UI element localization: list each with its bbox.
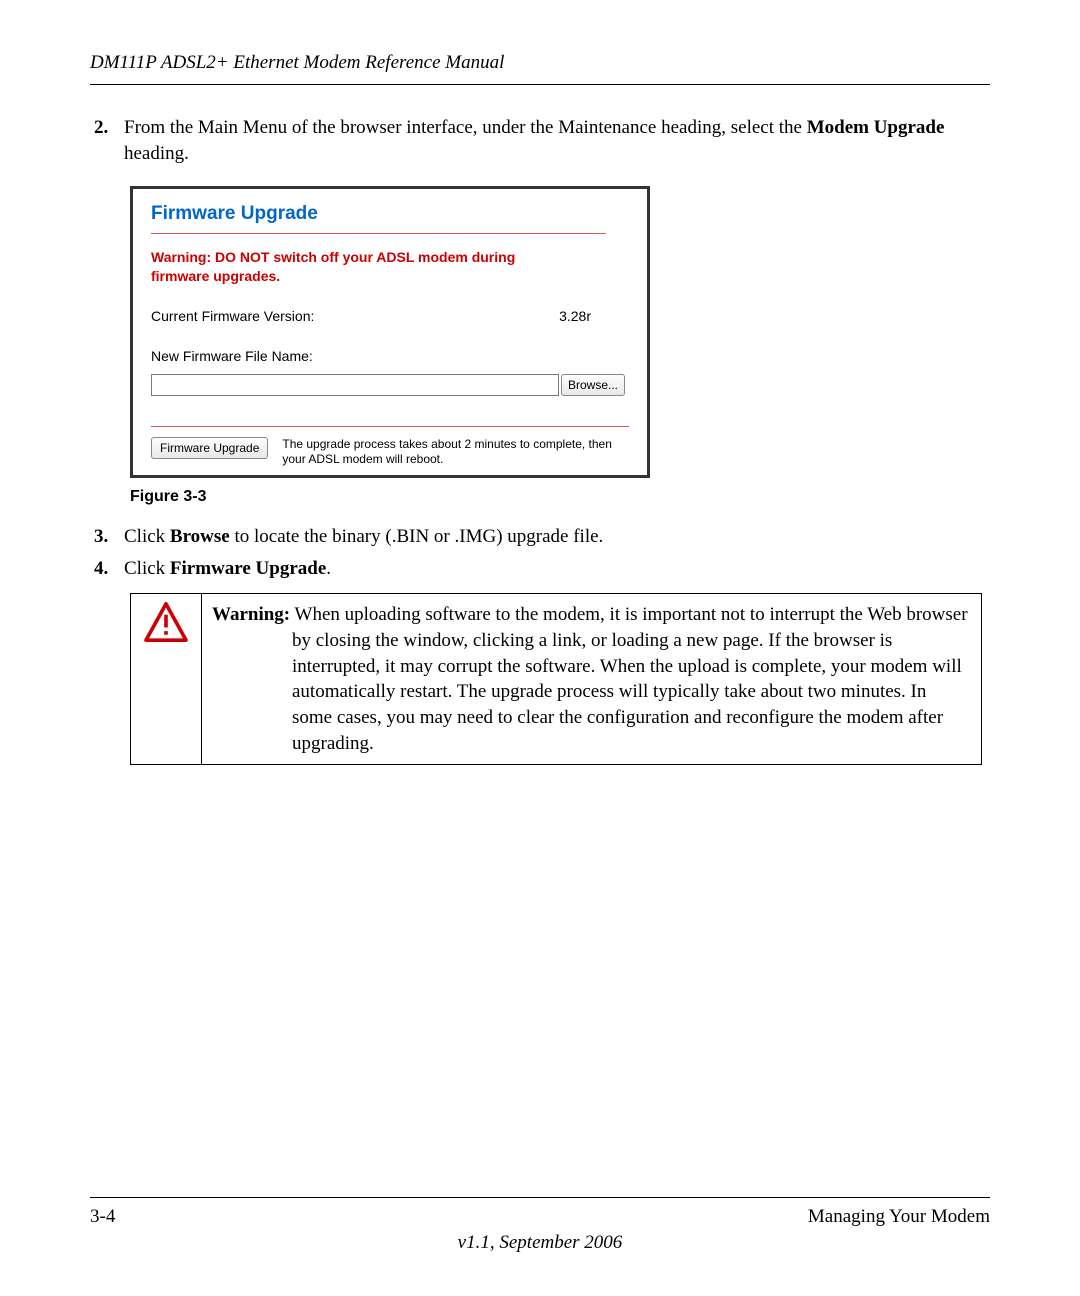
step-3-post: to locate the binary (.BIN or .IMG) upgr… <box>230 526 604 547</box>
browse-button[interactable]: Browse... <box>561 374 625 396</box>
step-3-text: Click Browse to locate the binary (.BIN … <box>124 524 990 550</box>
current-version-value: 3.28r <box>559 308 591 324</box>
figure-caption: Figure 3-3 <box>130 488 990 506</box>
step-3-bold: Browse <box>170 526 230 547</box>
warning-label: Warning: <box>212 604 290 625</box>
step-2-post: heading. <box>124 143 189 164</box>
step-2-bold: Modem Upgrade <box>807 117 945 138</box>
step-2-text: From the Main Menu of the browser interf… <box>124 115 990 166</box>
step-4-pre: Click <box>124 558 170 579</box>
step-4-post: . <box>326 558 331 579</box>
step-3-number: 3. <box>94 524 124 550</box>
firmware-upgrade-button[interactable]: Firmware Upgrade <box>151 437 268 459</box>
section-title: Managing Your Modem <box>808 1206 990 1228</box>
new-file-label: New Firmware File Name: <box>151 348 313 364</box>
current-version-label: Current Firmware Version: <box>151 308 314 324</box>
step-4-text: Click Firmware Upgrade. <box>124 556 990 582</box>
upgrade-note-text: The upgrade process takes about 2 minute… <box>282 437 629 467</box>
warning-triangle-icon <box>144 602 188 642</box>
separator-line <box>151 233 606 234</box>
warning-text-cell: Warning: When uploading software to the … <box>202 594 982 765</box>
firmware-upgrade-title: Firmware Upgrade <box>151 203 629 225</box>
running-header: DM111P ADSL2+ Ethernet Modem Reference M… <box>90 52 990 85</box>
warning-icon-cell <box>131 594 202 765</box>
step-4-number: 4. <box>94 556 124 582</box>
warning-body: When uploading software to the modem, it… <box>290 604 967 753</box>
version-line: v1.1, September 2006 <box>90 1232 990 1254</box>
step-4-bold: Firmware Upgrade <box>170 558 326 579</box>
step-3-pre: Click <box>124 526 170 547</box>
page-number: 3-4 <box>90 1206 115 1228</box>
warning-table: Warning: When uploading software to the … <box>130 593 982 765</box>
step-2-number: 2. <box>94 115 124 166</box>
step-2-pre: From the Main Menu of the browser interf… <box>124 117 807 138</box>
firmware-upgrade-screenshot: Firmware Upgrade Warning: DO NOT switch … <box>130 186 650 478</box>
firmware-file-input[interactable] <box>151 374 559 396</box>
firmware-warning-text: Warning: DO NOT switch off your ADSL mod… <box>151 248 571 286</box>
footer-rule <box>90 1197 990 1198</box>
